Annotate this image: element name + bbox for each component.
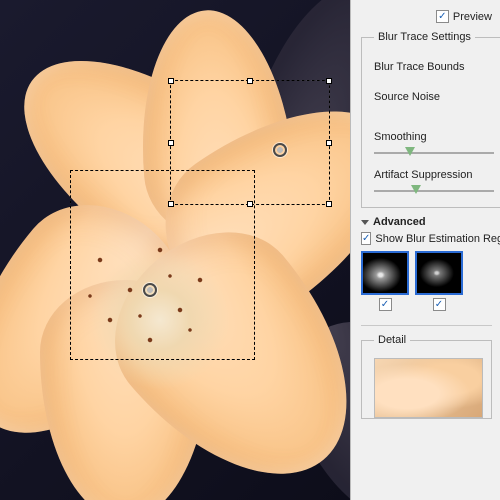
smoothing-thumb[interactable]: [405, 147, 415, 156]
show-blur-region-label: Show Blur Estimation Region: [375, 233, 500, 245]
region-thumbnails: ✓ ✓: [361, 251, 492, 311]
chevron-down-icon: [361, 220, 369, 225]
region-thumbnail-2[interactable]: [415, 251, 463, 295]
region-thumbnail-1[interactable]: [361, 251, 409, 295]
blur-trace-legend: Blur Trace Settings: [374, 31, 475, 43]
detail-preview: [374, 358, 483, 418]
image-content: [0, 0, 350, 500]
settings-panel: ✓ Preview Blur Trace Settings Blur Trace…: [350, 0, 500, 500]
artifact-suppression-slider[interactable]: [374, 185, 494, 197]
region-thumbnail-2-checkbox[interactable]: ✓: [433, 298, 446, 311]
advanced-title: Advanced: [373, 216, 426, 228]
blur-trace-bounds-label: Blur Trace Bounds: [374, 61, 494, 73]
detail-fieldset: Detail: [361, 334, 492, 419]
detail-legend: Detail: [374, 334, 410, 346]
advanced-toggle[interactable]: Advanced: [361, 216, 492, 228]
preview-checkbox[interactable]: ✓: [436, 10, 449, 23]
image-canvas[interactable]: [0, 0, 350, 500]
blur-trace-fieldset: Blur Trace Settings Blur Trace Bounds So…: [361, 31, 500, 208]
artifact-suppression-label: Artifact Suppression: [374, 169, 494, 181]
smoothing-slider[interactable]: [374, 147, 494, 159]
region-pin-1[interactable]: [273, 143, 287, 157]
artifact-suppression-thumb[interactable]: [411, 185, 421, 194]
smoothing-label: Smoothing: [374, 131, 494, 143]
show-blur-region-checkbox[interactable]: ✓: [361, 232, 371, 245]
region-pin-2[interactable]: [143, 283, 157, 297]
source-noise-label: Source Noise: [374, 91, 494, 103]
region-thumbnail-1-checkbox[interactable]: ✓: [379, 298, 392, 311]
preview-label: Preview: [453, 11, 492, 23]
